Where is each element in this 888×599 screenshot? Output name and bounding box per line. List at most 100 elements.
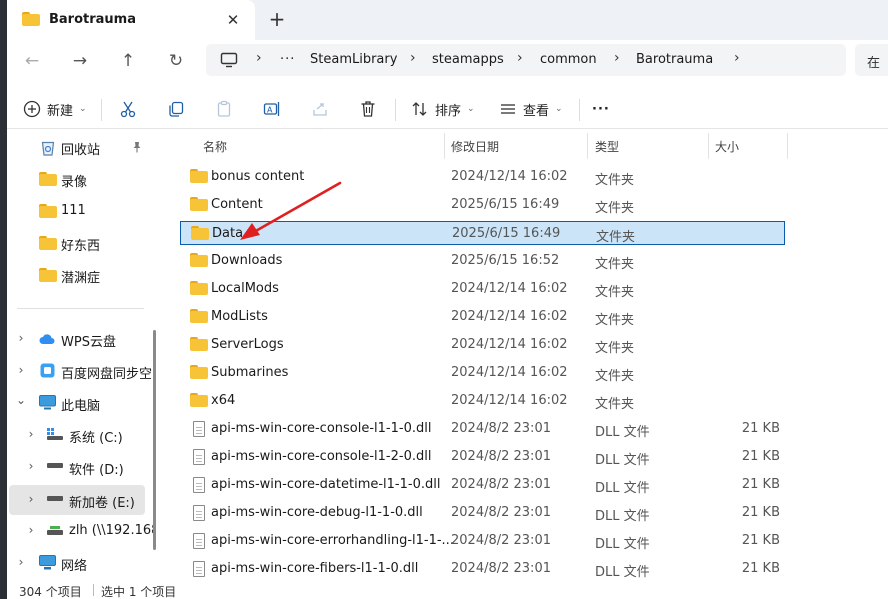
more-options-button[interactable]: ···: [592, 96, 610, 122]
chevron-right-icon[interactable]: ›: [25, 459, 37, 473]
chevron-right-icon[interactable]: ›: [25, 427, 37, 441]
sidebar-item-barotrauma-cn[interactable]: 潜渊症: [7, 261, 154, 289]
breadcrumb-steamapps[interactable]: steamapps: [432, 52, 504, 67]
table-row[interactable]: api-ms-win-core-errorhandling-l1-1-... 20…: [180, 529, 785, 553]
desktop-background: [0, 0, 7, 599]
sidebar-item-baidu-sync[interactable]: › 百度网盘同步空: [7, 357, 154, 385]
share-button[interactable]: [311, 96, 329, 122]
sidebar-item-label: 新加卷 (E:): [69, 496, 135, 511]
table-row[interactable]: Submarines 2024/12/14 16:02 文件夹: [180, 361, 785, 385]
table-row[interactable]: LocalMods 2024/12/14 16:02 文件夹: [180, 277, 785, 301]
drive-icon: [47, 496, 63, 501]
sidebar-item-label: 111: [61, 203, 86, 218]
chevron-right-icon[interactable]: ›: [15, 331, 27, 345]
folder-icon: [190, 393, 208, 407]
refresh-button[interactable]: ↻: [163, 48, 189, 74]
folder-icon: [39, 172, 57, 186]
table-row[interactable]: api-ms-win-core-fibers-l1-1-0.dll 2024/8/…: [180, 557, 785, 579]
chevron-right-icon[interactable]: ›: [15, 363, 27, 377]
breadcrumb-steamlibrary[interactable]: SteamLibrary: [310, 52, 397, 67]
table-row[interactable]: ServerLogs 2024/12/14 16:02 文件夹: [180, 333, 785, 357]
sidebar-scrollbar[interactable]: [153, 330, 156, 550]
search-box[interactable]: 在: [855, 44, 888, 76]
up-button[interactable]: ↑: [115, 48, 141, 74]
table-row[interactable]: x64 2024/12/14 16:02 文件夹: [180, 389, 785, 413]
file-icon: [193, 449, 205, 465]
new-button[interactable]: 新建 ⌄: [23, 96, 87, 122]
table-row[interactable]: api-ms-win-core-debug-l1-1-0.dll 2024/8/2…: [180, 501, 785, 525]
file-type: 文件夹: [595, 341, 635, 356]
file-date: 2025/6/15 16:49: [451, 197, 560, 212]
rename-button[interactable]: A: [263, 96, 281, 122]
view-button[interactable]: 查看 ⌄: [499, 96, 563, 122]
column-size[interactable]: 大小: [715, 138, 739, 155]
address-bar[interactable]: › ··· SteamLibrary › steamapps › common …: [206, 44, 846, 76]
sidebar-item-drive-c[interactable]: › 系统 (C:): [7, 421, 154, 449]
sidebar-item-wps-cloud[interactable]: › WPS云盘: [7, 325, 154, 353]
rename-icon: A: [263, 102, 280, 116]
paste-button[interactable]: [215, 96, 233, 122]
recycle-bin-icon: [41, 141, 55, 156]
forward-button[interactable]: →: [67, 48, 93, 74]
folder-icon: [39, 204, 57, 218]
folder-icon: [22, 12, 40, 26]
file-date: 2024/12/14 16:02: [451, 309, 568, 324]
breadcrumb-overflow[interactable]: ···: [280, 52, 295, 67]
view-label: 查看: [523, 103, 550, 119]
breadcrumb-barotrauma[interactable]: Barotrauma: [636, 52, 713, 67]
column-header: ⌃ 名称 修改日期 类型 大小: [165, 129, 888, 161]
file-icon: [193, 505, 205, 521]
search-placeholder: 在: [867, 56, 881, 71]
sidebar-item-good-stuff[interactable]: 好东西: [7, 229, 154, 257]
sort-button[interactable]: 排序 ⌄: [411, 96, 475, 122]
tab-barotrauma[interactable]: Barotrauma ✕: [7, 0, 255, 40]
sort-label: 排序: [435, 103, 462, 119]
table-row[interactable]: ModLists 2024/12/14 16:02 文件夹: [180, 305, 785, 329]
table-row[interactable]: Downloads 2025/6/15 16:52 文件夹: [180, 249, 785, 273]
paste-icon: [217, 100, 231, 117]
sidebar-item-recordings[interactable]: 录像: [7, 165, 154, 193]
pin-icon[interactable]: [131, 141, 143, 153]
copy-button[interactable]: [167, 96, 185, 122]
chevron-right-icon: ›: [410, 50, 416, 66]
sidebar-item-drive-d[interactable]: › 软件 (D:): [7, 453, 154, 481]
plus-circle-icon: [23, 100, 41, 118]
new-tab-button[interactable]: +: [265, 8, 289, 32]
table-row[interactable]: api-ms-win-core-datetime-l1-1-0.dll 2024/…: [180, 473, 785, 497]
new-label: 新建: [47, 103, 74, 119]
cut-button[interactable]: [119, 96, 137, 122]
navigation-pane: 回收站 录像 111 好东西 潜渊症 › WPS云盘 › 百度网盘同步空 ⌄ 此…: [7, 129, 154, 579]
svg-text:A: A: [267, 106, 273, 115]
column-name[interactable]: 名称: [203, 138, 227, 155]
sidebar-item-label: WPS云盘: [61, 335, 116, 350]
chevron-right-icon[interactable]: ›: [25, 492, 37, 506]
file-icon: [193, 421, 205, 437]
sidebar-item-111[interactable]: 111: [7, 197, 154, 225]
column-type[interactable]: 类型: [595, 138, 619, 155]
sidebar-item-label: 回收站: [61, 143, 101, 158]
sidebar-item-this-pc[interactable]: ⌄ 此电脑: [7, 389, 154, 417]
delete-button[interactable]: [359, 96, 377, 122]
back-button[interactable]: ←: [19, 48, 45, 74]
file-icon: [193, 561, 205, 577]
breadcrumb-common[interactable]: common: [540, 52, 597, 67]
chevron-right-icon[interactable]: ›: [25, 523, 37, 537]
command-bar: 新建 ⌄ A 排序 ⌄ 查看 ⌄ ···: [7, 90, 888, 128]
table-row[interactable]: api-ms-win-core-console-l1-1-0.dll 2024/8…: [180, 417, 785, 441]
folder-icon: [190, 309, 208, 323]
sidebar-item-network[interactable]: › 网络: [7, 549, 154, 577]
file-name: api-ms-win-core-console-l1-2-0.dll: [211, 449, 432, 464]
file-size: 21 KB: [741, 561, 780, 576]
table-row[interactable]: api-ms-win-core-console-l1-2-0.dll 2024/8…: [180, 445, 785, 469]
sidebar-item-recycle-bin[interactable]: 回收站: [7, 133, 154, 161]
tab-title: Barotrauma: [49, 12, 136, 27]
chevron-right-icon[interactable]: ›: [15, 555, 27, 569]
file-date: 2024/8/2 23:01: [451, 505, 551, 520]
status-bar: 304 个项目 选中 1 个项目: [7, 579, 888, 599]
chevron-down-icon[interactable]: ⌄: [15, 393, 27, 407]
close-tab-button[interactable]: ✕: [221, 8, 245, 32]
column-date[interactable]: 修改日期: [451, 138, 499, 155]
sidebar-item-network-drive[interactable]: › zlh (\\192.168: [7, 517, 154, 545]
sidebar-item-drive-e[interactable]: › 新加卷 (E:): [7, 486, 154, 514]
pc-icon: [39, 395, 56, 410]
